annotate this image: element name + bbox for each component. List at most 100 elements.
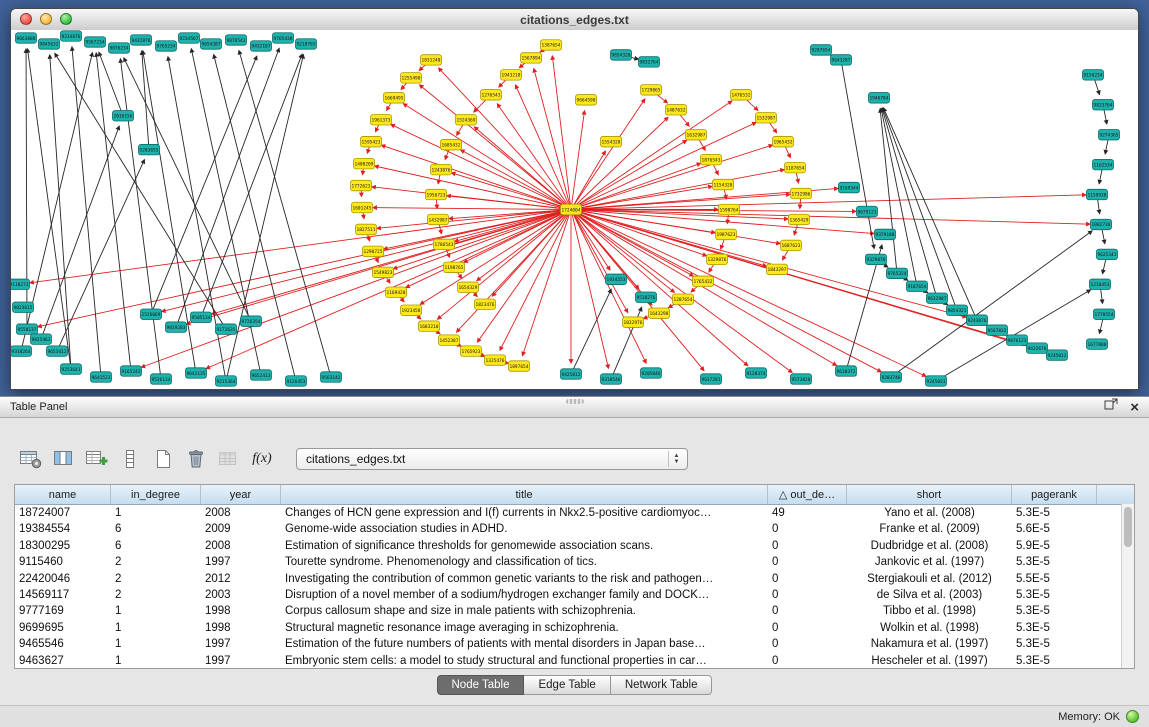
- graph-node[interactable]: 1598764: [719, 204, 740, 214]
- graph-node[interactable]: 1532987: [756, 113, 777, 123]
- graph-node[interactable]: 1243876: [431, 164, 452, 174]
- column-header-short[interactable]: short: [847, 485, 1012, 504]
- graph-node[interactable]: 9234876: [61, 31, 82, 41]
- dropdown-stepper-icon[interactable]: ▲▼: [668, 451, 684, 467]
- cell-in-degree[interactable]: 1: [111, 636, 201, 652]
- graph-node[interactable]: 9642135: [186, 368, 207, 378]
- graph-node[interactable]: 9652413: [251, 370, 272, 380]
- new-file-icon[interactable]: [150, 446, 176, 472]
- graph-node[interactable]: 9215364: [216, 376, 237, 386]
- graph-node[interactable]: 9118273: [11, 279, 30, 289]
- graph-node[interactable]: 1476532: [731, 90, 752, 100]
- graph-node[interactable]: 9632987: [927, 293, 948, 303]
- cell-title[interactable]: Embryonic stem cells: a model to study s…: [281, 653, 768, 668]
- graph-node[interactable]: 9765324: [887, 268, 908, 278]
- graph-node[interactable]: 9550137: [17, 324, 38, 334]
- table-row[interactable]: 1830029562008Estimation of significance …: [15, 538, 1134, 554]
- graph-node[interactable]: 1325476: [485, 355, 506, 365]
- graph-node[interactable]: 1965432: [773, 136, 794, 146]
- cell-short[interactable]: Dudbridge et al. (2008): [847, 538, 1012, 554]
- graph-node[interactable]: 1276543: [481, 90, 502, 100]
- graph-node[interactable]: 1943218: [501, 70, 522, 80]
- graph-node[interactable]: 9234567: [179, 33, 200, 43]
- cell-name[interactable]: 22420046: [15, 571, 111, 587]
- cell-pagerank[interactable]: 5.3E-5: [1012, 603, 1097, 619]
- graph-node[interactable]: 9876123: [1007, 335, 1028, 345]
- graph-node[interactable]: 9610372: [836, 366, 857, 376]
- graph-node[interactable]: 9505134: [191, 312, 212, 322]
- window-minimize-button[interactable]: [40, 13, 52, 25]
- table-row[interactable]: 1456911722003Disruption of a novel membe…: [15, 587, 1134, 603]
- cell-out-de[interactable]: 0: [768, 620, 847, 636]
- graph-node[interactable]: 1387654: [541, 40, 562, 50]
- column-header-in-degree[interactable]: in_degree: [111, 485, 201, 504]
- cell-title[interactable]: Investigating the contribution of common…: [281, 571, 768, 587]
- cell-in-degree[interactable]: 1: [111, 505, 201, 521]
- table-row[interactable]: 977716911998Corpus callosum shape and si…: [15, 603, 1134, 619]
- cell-year[interactable]: 2012: [201, 571, 281, 587]
- cell-pagerank[interactable]: 5.3E-5: [1012, 636, 1097, 652]
- cell-year[interactable]: 2008: [201, 538, 281, 554]
- graph-node[interactable]: 9819283: [166, 322, 187, 332]
- graph-node[interactable]: 1162534: [1093, 159, 1114, 169]
- graph-node[interactable]: 1956723: [426, 189, 447, 199]
- graph-node[interactable]: 1685432: [441, 139, 462, 149]
- table-settings-icon[interactable]: [18, 446, 44, 472]
- graph-node[interactable]: 9243876: [967, 315, 988, 325]
- graph-node[interactable]: 9823764: [1093, 100, 1114, 110]
- graph-node[interactable]: 1159938: [1087, 189, 1108, 199]
- scrollbar-thumb[interactable]: [1124, 507, 1132, 547]
- graph-node[interactable]: 9832764: [639, 57, 660, 67]
- graph-node[interactable]: 9128374: [746, 368, 767, 378]
- cell-short[interactable]: Hescheler et al. (1997): [847, 653, 1012, 668]
- graph-node[interactable]: 1169420: [386, 287, 407, 297]
- graph-node[interactable]: 9679123: [857, 206, 878, 216]
- graph-node[interactable]: 9643287: [831, 55, 852, 65]
- table-row[interactable]: 2242004622012Investigating the contribut…: [15, 571, 1134, 587]
- cell-title[interactable]: Disruption of a novel member of a sodium…: [281, 587, 768, 603]
- graph-node[interactable]: 9432187: [251, 41, 272, 51]
- graph-node[interactable]: 1772623: [351, 180, 372, 190]
- cell-in-degree[interactable]: 1: [111, 620, 201, 636]
- cell-in-degree[interactable]: 2: [111, 587, 201, 603]
- panel-splitter-handle[interactable]: [566, 399, 584, 404]
- cell-out-de[interactable]: 0: [768, 587, 847, 603]
- cell-year[interactable]: 2003: [201, 587, 281, 603]
- cell-short[interactable]: Tibbo et al. (1998): [847, 603, 1012, 619]
- graph-node[interactable]: 9876543: [226, 35, 247, 45]
- table-edit-icon[interactable]: [84, 446, 110, 472]
- graph-node[interactable]: 9245012: [1047, 350, 1068, 360]
- graph-node[interactable]: 1876543: [701, 154, 722, 164]
- cell-title[interactable]: Corpus callosum shape and size in male p…: [281, 603, 768, 619]
- graph-node[interactable]: 1408209: [354, 158, 375, 168]
- cell-title[interactable]: Genome-wide association studies in ADHD.: [281, 521, 768, 537]
- network-canvas[interactable]: 1724004183124012554901669495196137315954…: [11, 30, 1138, 389]
- graph-node[interactable]: 1487632: [666, 105, 687, 115]
- close-panel-icon[interactable]: ×: [1130, 400, 1139, 415]
- graph-node[interactable]: 1732986: [791, 188, 812, 198]
- graph-node[interactable]: 9518276: [636, 292, 657, 302]
- cell-name[interactable]: 18300295: [15, 538, 111, 554]
- graph-node[interactable]: 1687623: [781, 240, 802, 250]
- graph-node[interactable]: 1724004: [561, 204, 582, 214]
- tab-network-table[interactable]: Network Table: [611, 675, 713, 695]
- import-table-icon[interactable]: [216, 446, 242, 472]
- cell-title[interactable]: Changes of HCN gene expression and I(f) …: [281, 505, 768, 521]
- graph-node[interactable]: 9287654: [811, 45, 832, 55]
- cell-out-de[interactable]: 49: [768, 505, 847, 521]
- function-icon[interactable]: f(x): [249, 446, 275, 472]
- graph-node[interactable]: 1765923: [461, 346, 482, 356]
- cell-out-de[interactable]: 0: [768, 636, 847, 652]
- graph-node[interactable]: 1669495: [384, 93, 405, 103]
- table-row[interactable]: 969969511998Structural magnetic resonanc…: [15, 620, 1134, 636]
- graph-node[interactable]: 1198765: [444, 262, 465, 272]
- tab-edge-table[interactable]: Edge Table: [524, 675, 610, 695]
- graph-node[interactable]: 9567832: [987, 325, 1008, 335]
- cell-short[interactable]: Stergiakouli et al. (2012): [847, 571, 1012, 587]
- cell-year[interactable]: 2009: [201, 521, 281, 537]
- graph-node[interactable]: 1601245: [352, 202, 373, 212]
- graph-node[interactable]: 1934553: [606, 274, 627, 284]
- cell-out-de[interactable]: 0: [768, 571, 847, 587]
- graph-node[interactable]: 1946784: [869, 93, 890, 103]
- trash-icon[interactable]: [183, 446, 209, 472]
